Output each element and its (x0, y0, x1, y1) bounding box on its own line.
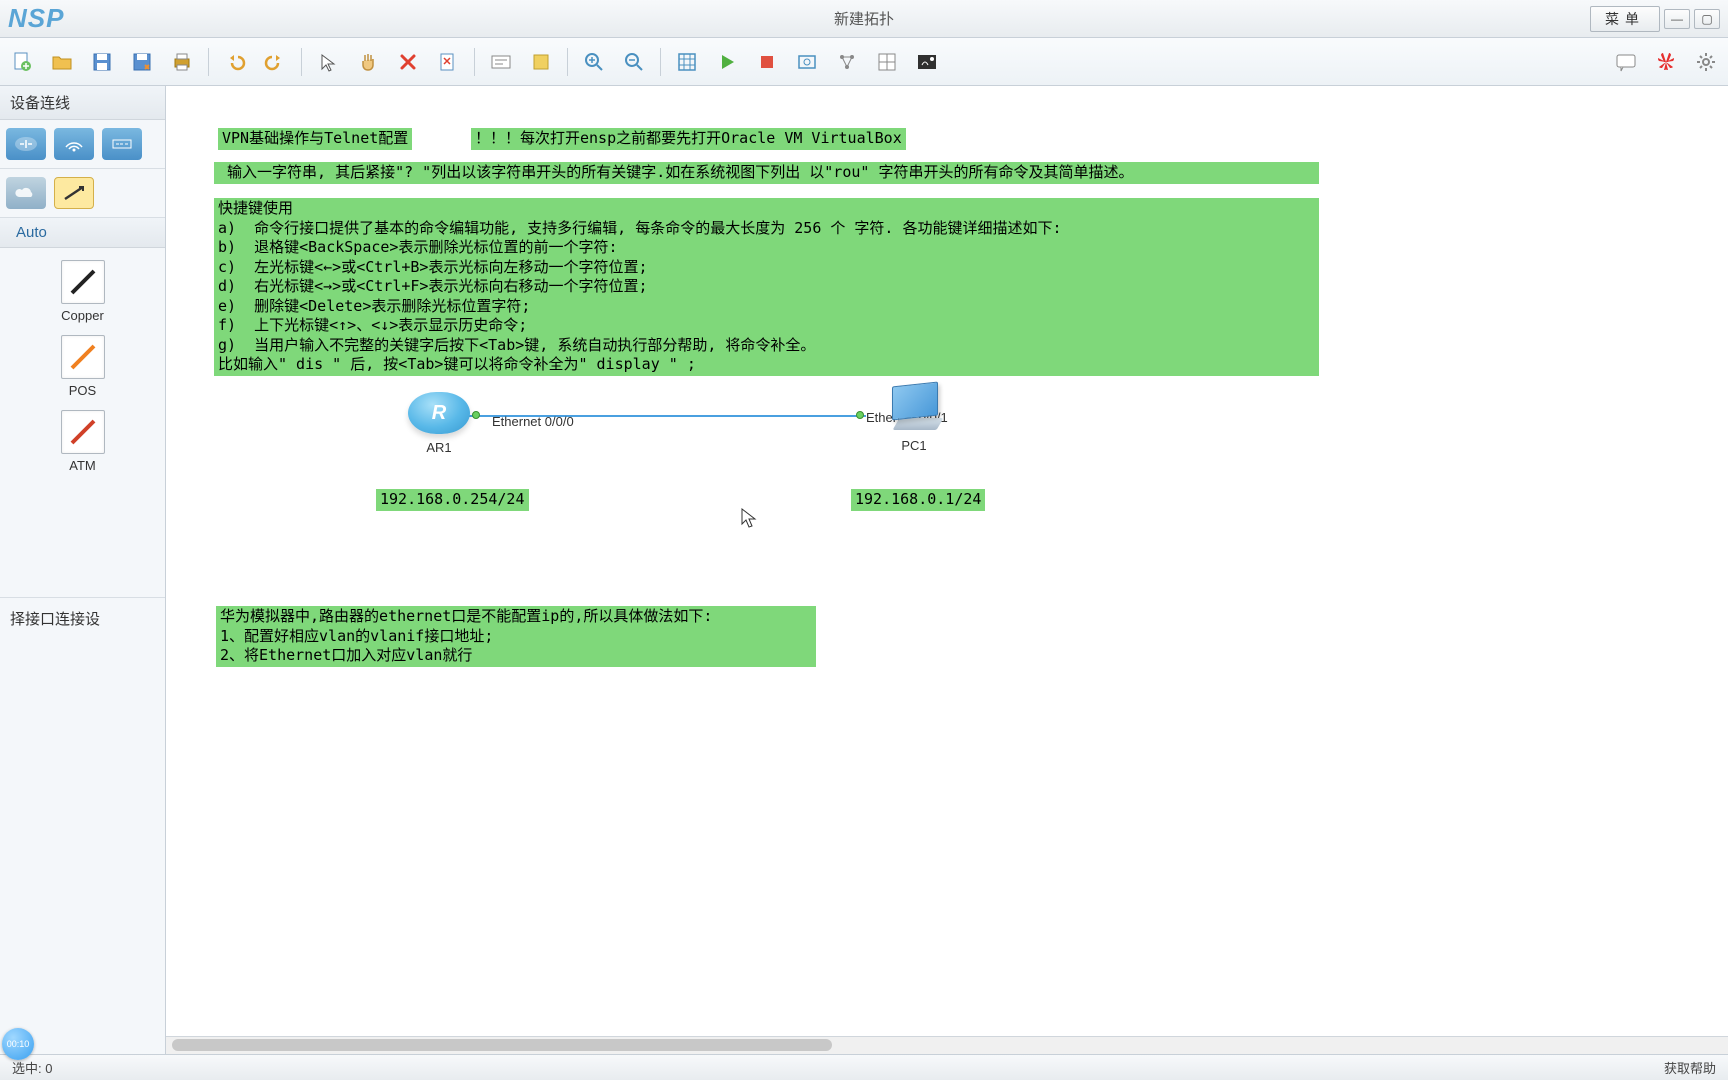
grid-button[interactable] (871, 46, 903, 78)
status-selection: 选中: 0 (12, 1058, 52, 1077)
sidebar-mode[interactable]: Auto (0, 218, 165, 248)
window-title: 新建拓扑 (834, 8, 894, 29)
router-icon (408, 392, 470, 434)
settings-button[interactable] (1690, 46, 1722, 78)
clear-button[interactable] (432, 46, 464, 78)
screenshot-button[interactable] (911, 46, 943, 78)
print-button[interactable] (166, 46, 198, 78)
note-instructions[interactable]: 华为模拟器中,路由器的ethernet口是不能配置ip的,所以具体做法如下: 1… (216, 606, 816, 667)
capture-button[interactable] (791, 46, 823, 78)
device-router[interactable]: AR1 (408, 392, 470, 455)
horizontal-scrollbar[interactable] (166, 1036, 1728, 1054)
sidebar: 设备连线 Auto Copper POS ATM 择接口连接设 (0, 86, 166, 1054)
text-tool[interactable] (485, 46, 517, 78)
app-logo: NSP (0, 3, 72, 34)
save-as-button[interactable] (126, 46, 158, 78)
link-atm[interactable]: ATM (4, 406, 161, 477)
canvas-area[interactable]: VPN基础操作与Telnet配置 ！！！每次打开ensp之前都要先打开Oracl… (166, 86, 1728, 1054)
pan-tool[interactable] (352, 46, 384, 78)
statusbar: 选中: 0 获取帮助 (0, 1054, 1728, 1080)
sidebar-header: 设备连线 (0, 86, 165, 120)
link-pos[interactable]: POS (4, 331, 161, 402)
stop-button[interactable] (751, 46, 783, 78)
cat-cloud-icon[interactable] (6, 177, 46, 209)
minimize-button[interactable]: — (1664, 9, 1690, 29)
device-pc[interactable]: PC1 (886, 384, 942, 453)
pc-icon (886, 384, 942, 428)
toolbar (0, 38, 1728, 86)
cat-wlan-icon[interactable] (54, 128, 94, 160)
titlebar: NSP 新建拓扑 菜单 — ▢ (0, 0, 1728, 38)
link-list: Copper POS ATM (0, 248, 165, 598)
note-ip-router[interactable]: 192.168.0.254/24 (376, 489, 529, 511)
start-button[interactable] (711, 46, 743, 78)
mouse-cursor-icon (741, 508, 757, 530)
save-button[interactable] (86, 46, 118, 78)
menu-button[interactable]: 菜单 (1590, 6, 1660, 32)
note-ip-pc[interactable]: 192.168.0.1/24 (851, 489, 985, 511)
undo-button[interactable] (219, 46, 251, 78)
port-label-left: Ethernet 0/0/0 (492, 414, 574, 429)
cat-switch-icon[interactable] (102, 128, 142, 160)
port-indicator-right (856, 411, 864, 419)
zoom-in-button[interactable] (578, 46, 610, 78)
device-categories (0, 120, 165, 169)
open-file-button[interactable] (46, 46, 78, 78)
delete-button[interactable] (392, 46, 424, 78)
topology-button[interactable] (831, 46, 863, 78)
note-help-body[interactable]: 快捷键使用 a) 命令行接口提供了基本的命令编辑功能, 支持多行编辑, 每条命令… (214, 198, 1319, 376)
note-title[interactable]: VPN基础操作与Telnet配置 (218, 128, 412, 150)
pc-label: PC1 (886, 438, 942, 453)
port-indicator-left (472, 411, 480, 419)
cat-link-icon[interactable] (54, 177, 94, 209)
note-warning[interactable]: ！！！每次打开ensp之前都要先打开Oracle VM VirtualBox (471, 128, 906, 150)
zoom-out-button[interactable] (618, 46, 650, 78)
redo-button[interactable] (259, 46, 291, 78)
pointer-tool[interactable] (312, 46, 344, 78)
cat-router-icon[interactable] (6, 128, 46, 160)
link-copper[interactable]: Copper (4, 256, 161, 327)
maximize-button[interactable]: ▢ (1694, 9, 1720, 29)
message-button[interactable] (1610, 46, 1642, 78)
timer-badge: 00:10 (2, 1028, 34, 1060)
router-label: AR1 (408, 440, 470, 455)
huawei-logo-icon[interactable] (1650, 46, 1682, 78)
new-file-button[interactable] (6, 46, 38, 78)
sidebar-desc: 择接口连接设 (0, 598, 165, 1054)
note-help-line1[interactable]: 输入一字符串, 其后紧接"? "列出以该字符串开头的所有关键字.如在系统视图下列… (214, 162, 1319, 184)
status-help[interactable]: 获取帮助 (1664, 1058, 1716, 1077)
shape-tool[interactable] (525, 46, 557, 78)
fit-button[interactable] (671, 46, 703, 78)
